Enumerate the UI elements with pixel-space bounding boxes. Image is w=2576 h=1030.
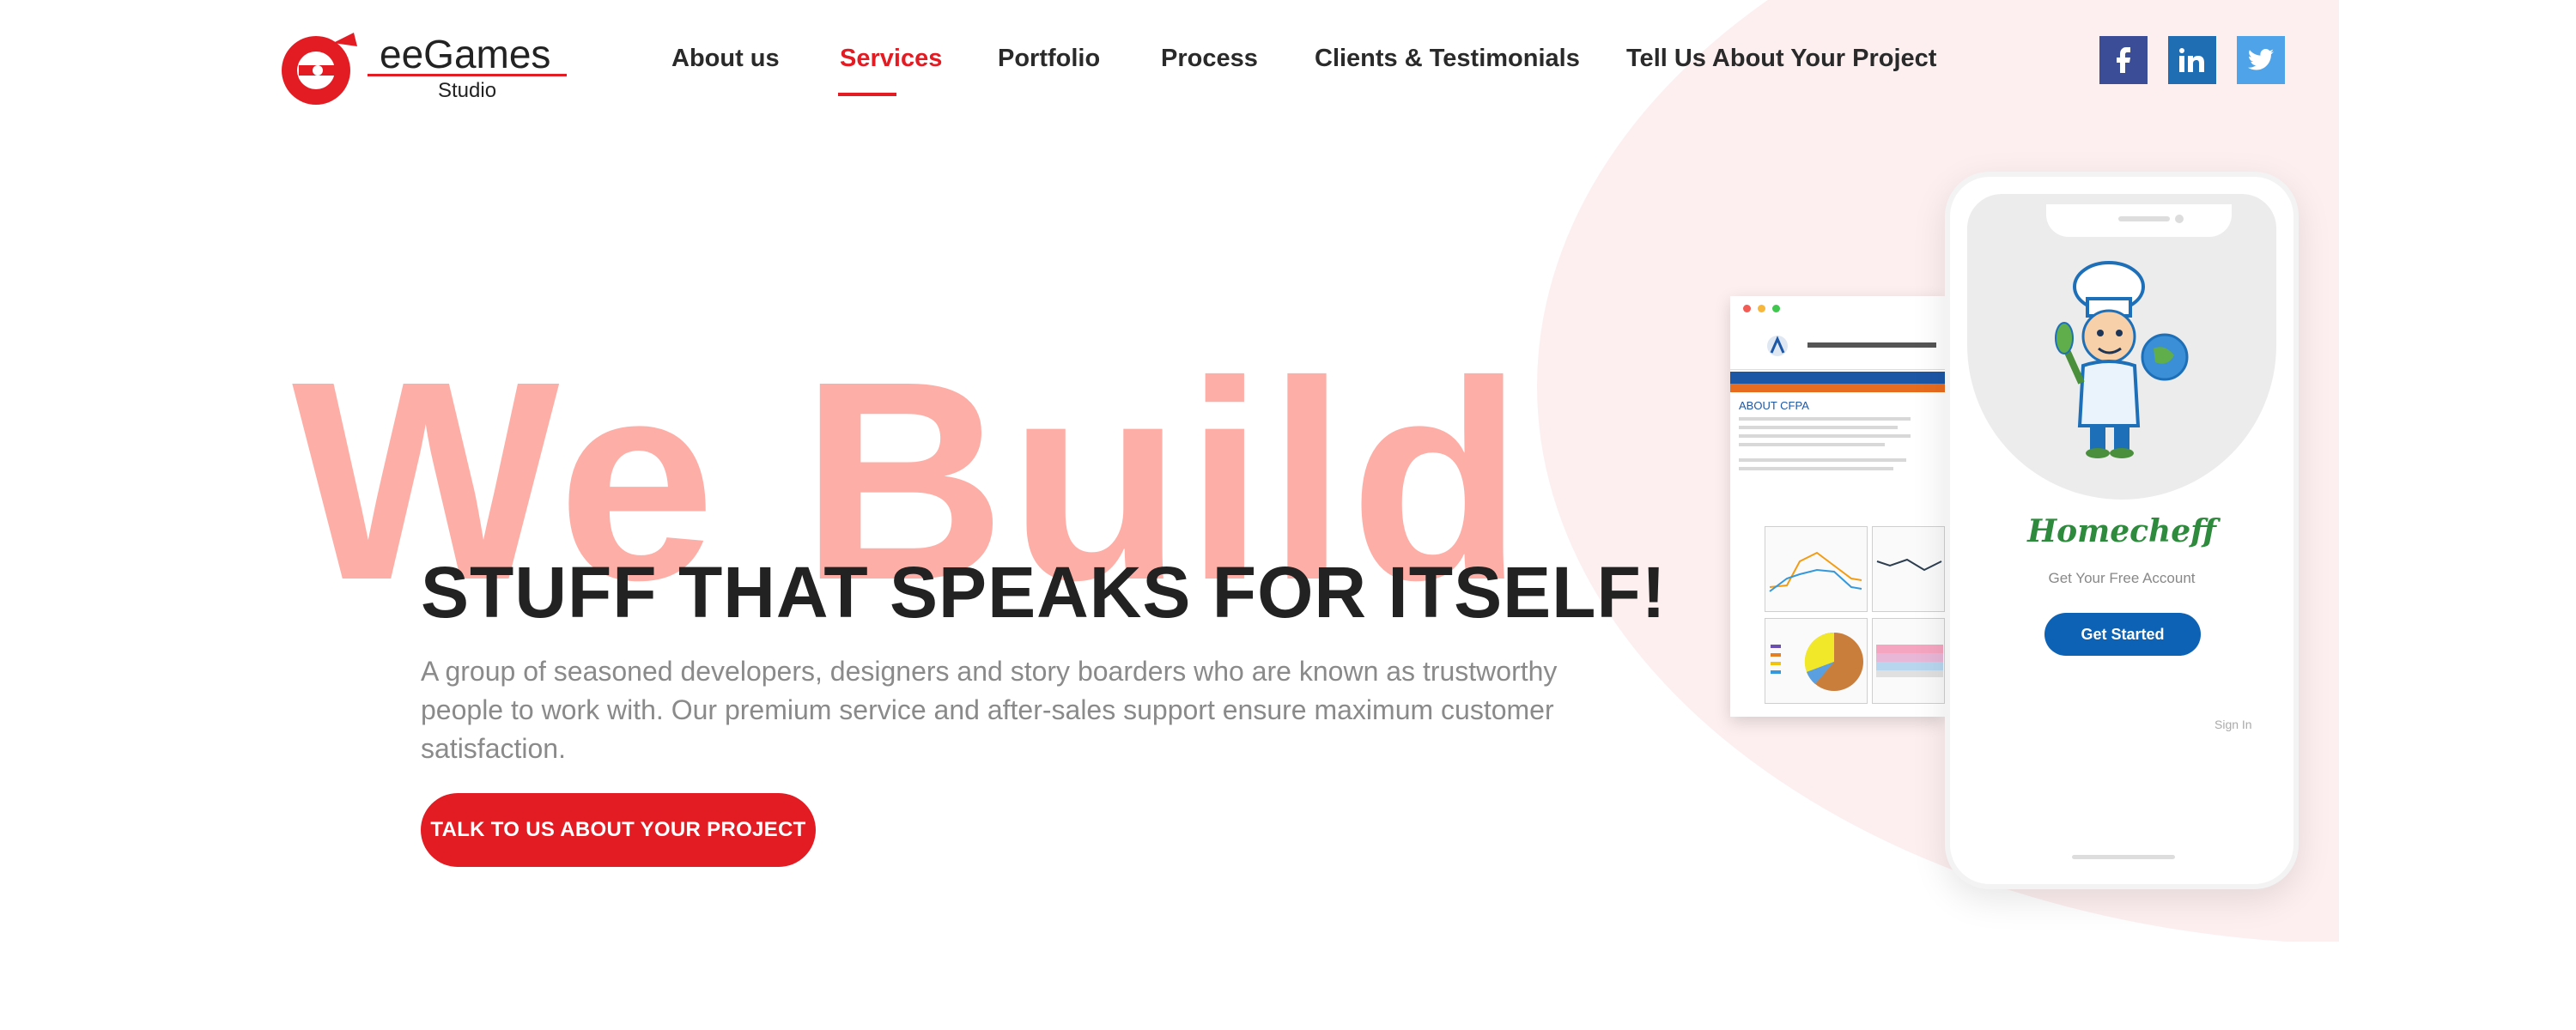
dashboard-pie-chart — [1765, 618, 1868, 704]
phone-notch — [2046, 204, 2232, 237]
logo-title: eeGames — [380, 32, 551, 76]
sign-in-link: Sign In — [2215, 718, 2252, 731]
facebook-icon[interactable] — [2099, 36, 2148, 84]
notch-camera — [2175, 215, 2184, 223]
phone-subtitle: Get Your Free Account — [2048, 570, 2196, 586]
homecheff-logo: Homecheff — [2027, 513, 2216, 549]
dashboard-logo-icon — [1767, 336, 1788, 356]
nav-tell-us-about-your-project[interactable]: Tell Us About Your Project — [1626, 45, 1936, 73]
nav-clients-testimonials[interactable]: Clients & Testimonials — [1315, 45, 1580, 73]
phone-mockup: Homecheff Get Your Free Account Get Star… — [1945, 172, 2299, 889]
talk-to-us-button[interactable]: TALK TO US ABOUT YOUR PROJECT — [421, 793, 816, 867]
dashboard-body: ABOUT CFPA — [1739, 399, 1936, 470]
dashboard-header — [1730, 327, 1945, 370]
get-started-button: Get Started — [2044, 613, 2201, 656]
logo-divider — [368, 74, 567, 76]
twitter-icon[interactable] — [2237, 36, 2285, 84]
dashboard-line-chart — [1765, 526, 1868, 612]
nav-services[interactable]: Services — [840, 45, 942, 73]
window-dots — [1743, 305, 1780, 312]
nav-process[interactable]: Process — [1161, 45, 1258, 73]
notch-speaker — [2118, 216, 2170, 221]
logo[interactable]: eeGames Studio — [275, 26, 571, 112]
linkedin-icon[interactable] — [2168, 36, 2216, 84]
dashboard-navbar — [1730, 372, 1945, 384]
nav-active-underline — [838, 93, 896, 96]
home-indicator — [2072, 855, 2175, 859]
dashboard-line-chart-2 — [1872, 526, 1945, 612]
hero-headline: STUFF THAT SPEAKS FOR ITSELF! — [421, 552, 1667, 633]
nav-portfolio[interactable]: Portfolio — [998, 45, 1100, 73]
dashboard-heading: ABOUT CFPA — [1739, 399, 1809, 412]
nav-about-us[interactable]: About us — [671, 45, 780, 73]
phone-hero-area — [1967, 194, 2276, 500]
chef-mascot-icon — [2055, 261, 2189, 458]
logo-subtitle: Studio — [438, 79, 497, 102]
hero-description: A group of seasoned developers, designer… — [421, 656, 1558, 764]
dashboard-preview-image: ABOUT CFPA — [1730, 296, 1945, 717]
dashboard-area-chart — [1872, 618, 1945, 704]
dashboard-subbar — [1730, 384, 1945, 392]
logo-mark-icon — [282, 33, 357, 105]
